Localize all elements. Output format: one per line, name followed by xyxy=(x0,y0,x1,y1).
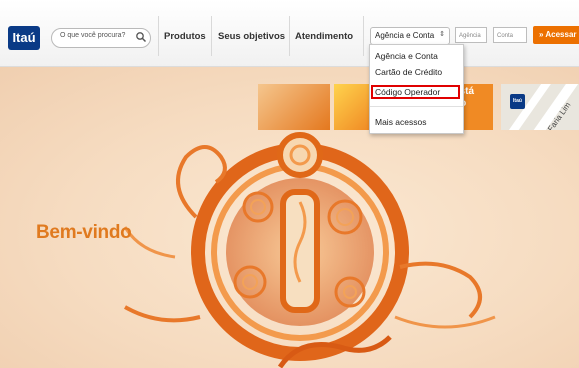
nav-item-atendimento[interactable]: Atendimento xyxy=(295,31,353,42)
search-icon[interactable] xyxy=(135,31,147,43)
acessar-button[interactable]: » Acessar xyxy=(533,26,579,44)
welcome-heading: Bem-vindo xyxy=(36,222,132,243)
agencia-field[interactable]: Agência xyxy=(455,27,487,43)
dropdown-option-cartao-credito[interactable]: Cartão de Crédito xyxy=(375,67,442,77)
top-header: Itaú O que você procura? Produtos Seus o… xyxy=(0,0,579,67)
map-itau-logo: Itaú xyxy=(510,94,525,109)
select-arrows-icon: ⇕ xyxy=(439,31,445,38)
map-tile[interactable]: Itaú Faria Lim xyxy=(501,84,579,130)
nav-item-produtos[interactable]: Produtos xyxy=(164,31,206,42)
conta-field[interactable]: Conta xyxy=(493,27,527,43)
itau-logo[interactable]: Itaú xyxy=(8,26,40,50)
nav-divider xyxy=(289,16,290,56)
dropdown-option-codigo-operador[interactable]: Código Operador xyxy=(375,87,440,97)
nav-divider xyxy=(158,16,159,56)
promo-tile[interactable] xyxy=(258,84,330,130)
account-type-dropdown: Agência e Conta Cartão de Crédito Código… xyxy=(369,44,464,134)
nav-item-seus-objetivos[interactable]: Seus objetivos xyxy=(218,31,285,42)
dropdown-option-mais-acessos[interactable]: Mais acessos xyxy=(375,117,427,127)
account-type-value: Agência e Conta xyxy=(375,31,435,40)
hero-banner: Bem-vindo está do :-) Itaú Faria Lim xyxy=(0,67,579,368)
dropdown-divider xyxy=(370,106,463,107)
promo-tile[interactable] xyxy=(334,84,370,130)
nav-divider xyxy=(211,16,212,56)
account-type-select[interactable]: Agência e Conta ⇕ xyxy=(370,27,450,45)
dropdown-option-agencia-conta[interactable]: Agência e Conta xyxy=(375,51,438,61)
nav-divider xyxy=(363,16,364,56)
search-box[interactable]: O que você procura? xyxy=(51,28,151,48)
search-input[interactable]: O que você procura? xyxy=(60,32,125,39)
